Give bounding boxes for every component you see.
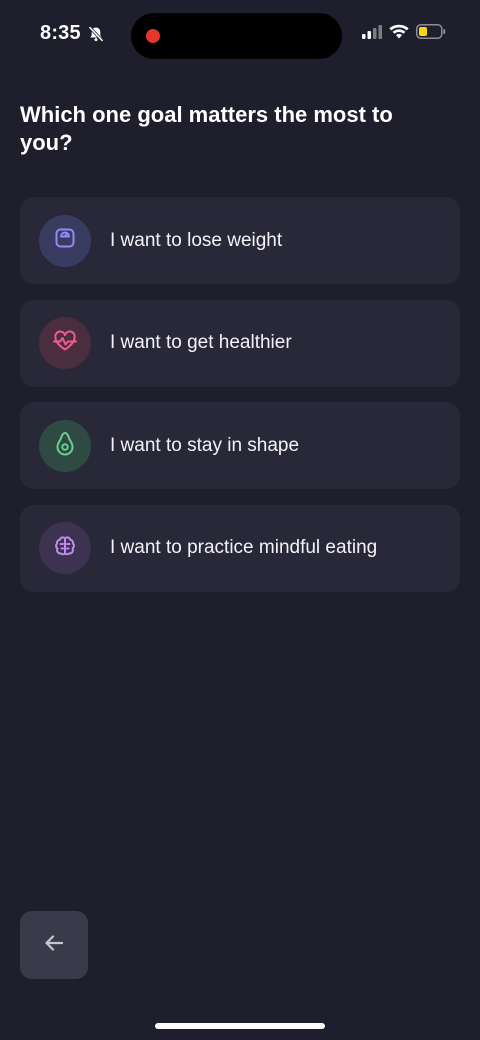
option-icon-badge bbox=[39, 214, 91, 267]
signal-icon bbox=[362, 24, 382, 44]
option-lose-weight[interactable]: I want to lose weight bbox=[20, 197, 460, 284]
option-icon-badge bbox=[39, 419, 91, 472]
option-icon-badge bbox=[39, 317, 91, 369]
battery-low-icon bbox=[416, 24, 446, 44]
bell-slash-icon bbox=[87, 25, 105, 43]
dynamic-island bbox=[131, 13, 342, 59]
option-stay-in-shape[interactable]: I want to stay in shape bbox=[20, 402, 460, 489]
option-label: I want to get healthier bbox=[110, 332, 292, 353]
goal-selection-screen: 8:35 Which one goal matters the most to … bbox=[0, 0, 480, 1040]
status-time-group: 8:35 bbox=[40, 22, 105, 45]
option-mindful-eating[interactable]: I want to practice mindful eating bbox=[20, 504, 460, 592]
arrow-left-icon bbox=[42, 931, 66, 960]
goal-options-list: I want to lose weight I want to get heal… bbox=[20, 197, 460, 607]
back-button[interactable] bbox=[20, 911, 88, 979]
option-label: I want to stay in shape bbox=[110, 434, 300, 456]
status-time: 8:35 bbox=[40, 22, 81, 44]
wifi-icon bbox=[389, 24, 409, 44]
heart-pulse-icon bbox=[52, 329, 78, 358]
question-heading: Which one goal matters the most to you? bbox=[20, 102, 393, 155]
brain-icon bbox=[53, 534, 77, 563]
option-get-healthier[interactable]: I want to get healthier bbox=[20, 299, 460, 387]
option-icon-badge bbox=[39, 522, 91, 574]
recording-indicator bbox=[146, 29, 160, 43]
avocado-icon bbox=[53, 430, 77, 461]
status-bar: 8:35 bbox=[0, 0, 480, 70]
status-indicators bbox=[362, 24, 446, 44]
home-indicator[interactable] bbox=[155, 1023, 325, 1029]
option-label: I want to practice mindful eating bbox=[110, 537, 378, 558]
option-label: I want to lose weight bbox=[110, 229, 283, 251]
scale-icon bbox=[53, 226, 77, 255]
